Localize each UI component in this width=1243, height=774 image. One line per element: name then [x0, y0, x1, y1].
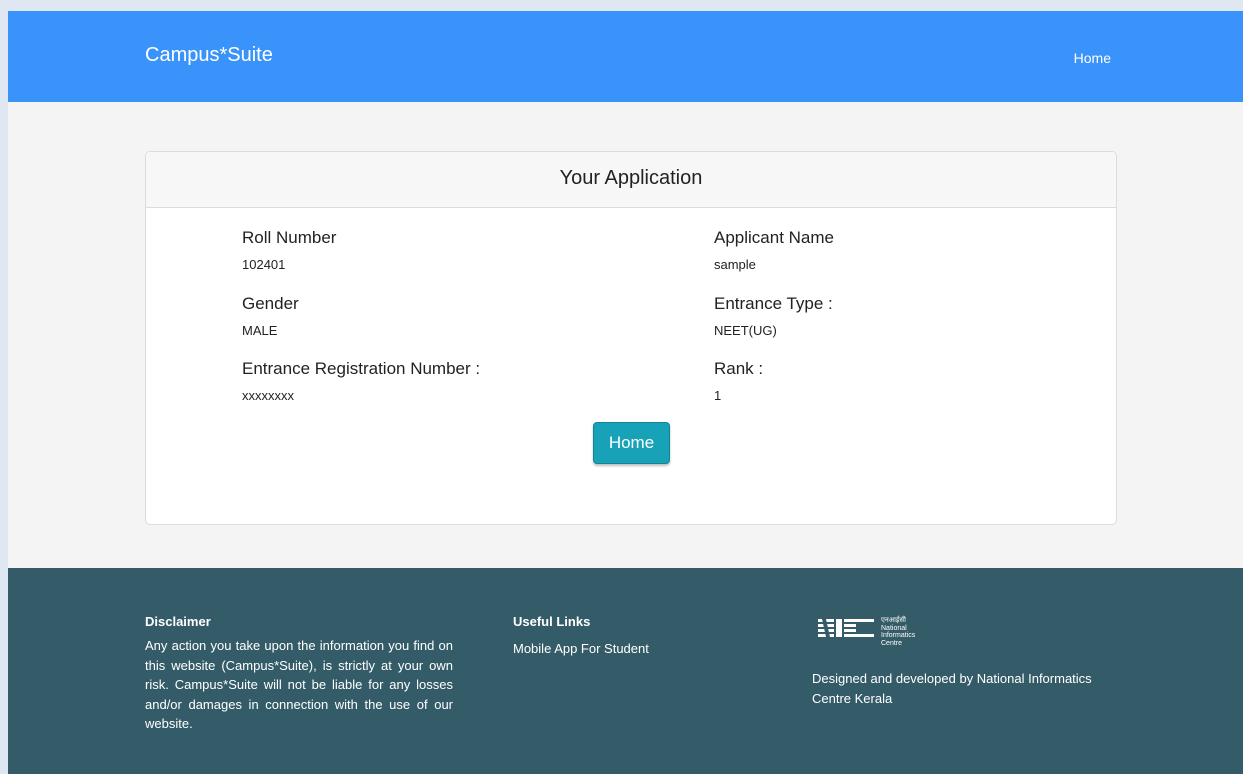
- nic-logo: एनआईसी National Informatics Centre: [818, 617, 938, 647]
- brand-logo-text[interactable]: Campus*Suite: [145, 44, 273, 67]
- field-label: Gender: [242, 294, 299, 313]
- field-value: 102401: [242, 257, 286, 272]
- nav-home-link[interactable]: Home: [1074, 50, 1111, 66]
- field-value: sample: [714, 257, 756, 272]
- field-value: 1: [714, 388, 722, 403]
- field-applicant-name: Applicant Name sample: [714, 228, 834, 272]
- field-label: Roll Number: [242, 228, 337, 247]
- page: Campus*Suite Home Your Application Roll …: [8, 11, 1243, 774]
- credit-text: Designed and developed by National Infor…: [812, 671, 1092, 706]
- footer: Disclaimer Any action you take upon the …: [8, 568, 1243, 774]
- nic-line3: Centre: [881, 639, 903, 647]
- field-roll-number: Roll Number 102401: [242, 228, 336, 272]
- card-title: Your Application: [146, 152, 1116, 208]
- nic-hindi-text: एनआईसी: [881, 617, 906, 624]
- field-label: Entrance Registration Number :: [242, 359, 481, 378]
- home-button[interactable]: Home: [593, 422, 670, 464]
- nic-line1: National: [881, 624, 907, 632]
- field-rank: Rank : 1: [714, 359, 763, 403]
- useful-links-title: Useful Links: [513, 614, 591, 629]
- field-value: xxxxxxxx: [242, 388, 294, 403]
- field-entrance-registration-number: Entrance Registration Number : xxxxxxxx: [242, 359, 480, 403]
- field-value: MALE: [242, 323, 278, 338]
- disclaimer-title: Disclaimer: [145, 614, 211, 629]
- field-label: Rank :: [714, 359, 764, 378]
- nic-logo-mark-icon: [818, 619, 874, 637]
- nic-logo-text: एनआईसी National Informatics Centre: [881, 617, 915, 647]
- application-card: Your Application Roll Number 102401 Appl…: [145, 151, 1117, 525]
- nic-line2: Informatics: [881, 632, 916, 639]
- field-label: Entrance Type :: [714, 294, 833, 313]
- field-gender: Gender MALE: [242, 294, 299, 338]
- mobile-app-link[interactable]: Mobile App For Student: [513, 639, 649, 659]
- field-value: NEET(UG): [714, 323, 777, 338]
- navbar: Campus*Suite Home: [8, 11, 1243, 102]
- disclaimer-text: Any action you take upon the information…: [145, 638, 453, 731]
- field-entrance-type: Entrance Type : NEET(UG): [714, 294, 833, 338]
- field-label: Applicant Name: [714, 228, 835, 247]
